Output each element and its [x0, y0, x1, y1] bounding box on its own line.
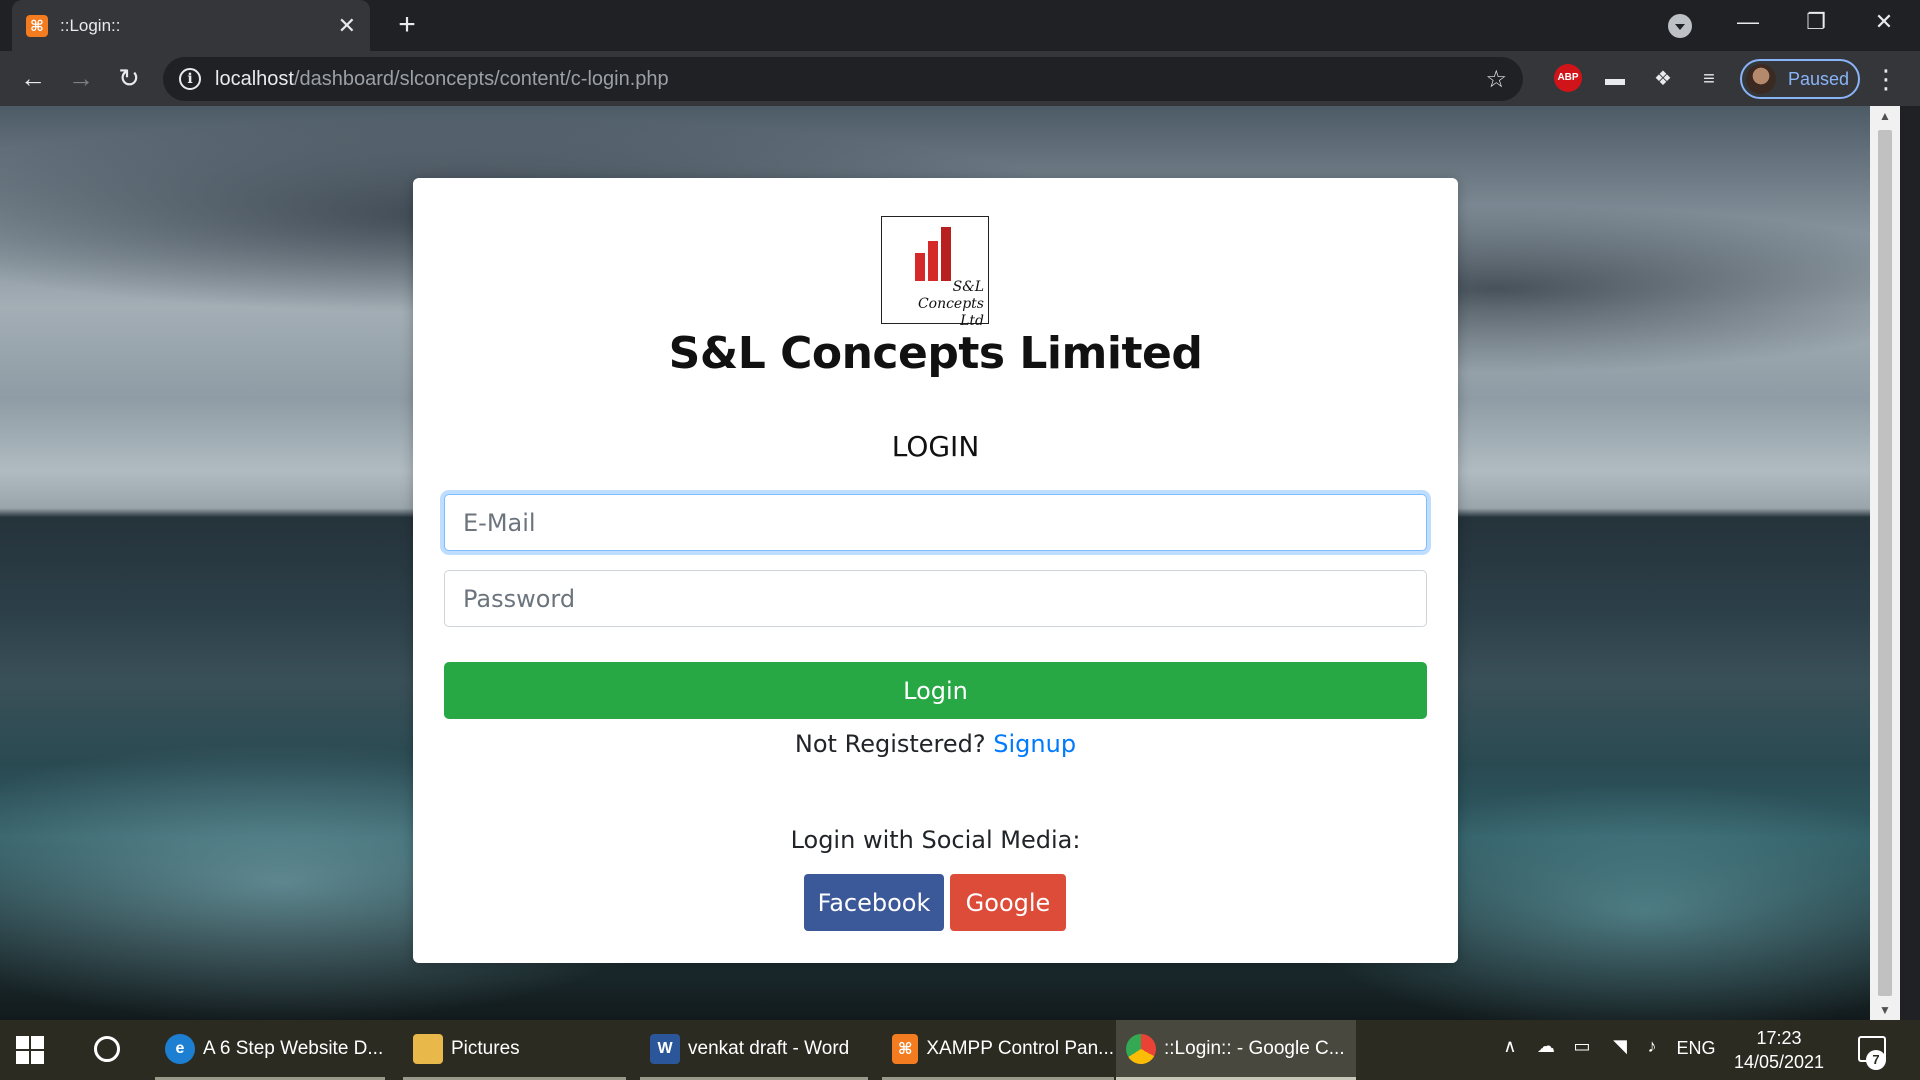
notification-count-badge: 7: [1866, 1050, 1886, 1070]
social-login-label: Login with Social Media:: [790, 826, 1081, 854]
sync-paused-label: Paused: [1788, 68, 1850, 89]
site-info-icon[interactable]: i: [179, 68, 201, 90]
system-clock[interactable]: 17:23 14/05/2021: [1724, 1026, 1834, 1074]
taskbar-app-chrome[interactable]: ::Login:: - Google C...: [1116, 1020, 1356, 1080]
taskbar-app-label: ::Login:: - Google C...: [1164, 1037, 1345, 1059]
cast-extension-icon[interactable]: ▬: [1600, 64, 1630, 94]
logo-text: S&L Concepts Ltd: [888, 279, 984, 330]
xampp-icon: ⌘: [892, 1033, 919, 1064]
back-button[interactable]: ←: [12, 57, 54, 99]
show-hidden-icons-icon[interactable]: ∧: [1498, 1036, 1522, 1057]
login-card: S&L Concepts Ltd S&L Concepts Limited LO…: [413, 178, 1458, 963]
logo-text-line1: S&L Concepts: [917, 279, 984, 312]
signup-link[interactable]: Signup: [993, 730, 1076, 758]
reload-button[interactable]: ↻: [108, 57, 150, 99]
scroll-thumb[interactable]: [1878, 130, 1892, 996]
page-title: S&L Concepts Limited: [668, 328, 1203, 379]
cortana-search-icon[interactable]: [94, 1036, 120, 1062]
tab-title: ::Login::: [60, 15, 121, 35]
taskbar-app-label: XAMPP Control Pan...: [926, 1037, 1114, 1059]
page-scrollbar[interactable]: ▲ ▼: [1870, 106, 1900, 1020]
extensions-puzzle-icon[interactable]: ❖: [1648, 64, 1678, 94]
edge-icon: e: [165, 1033, 195, 1064]
browser-menu-icon[interactable]: ⋮: [1872, 64, 1900, 94]
company-logo: S&L Concepts Ltd: [881, 216, 989, 329]
scroll-down-icon[interactable]: ▼: [1870, 1000, 1900, 1020]
close-window-button[interactable]: ✕: [1850, 0, 1918, 44]
close-tab-icon[interactable]: ✕: [338, 13, 356, 39]
windows-start-icon[interactable]: [16, 1036, 44, 1064]
onedrive-error-icon[interactable]: ☁: [1532, 1036, 1560, 1057]
page-viewport: S&L Concepts Ltd S&L Concepts Limited LO…: [0, 106, 1870, 1020]
chrome-icon: [1126, 1033, 1156, 1064]
browser-tab-active[interactable]: ⌘ ::Login:: ✕: [12, 0, 370, 51]
browser-toolbar: ← → ↻ i localhost/dashboard/slconcepts/c…: [0, 51, 1920, 106]
word-icon: W: [650, 1033, 680, 1064]
adblock-plus-icon[interactable]: ABP: [1554, 64, 1582, 92]
xampp-icon: ⌘: [26, 14, 48, 37]
address-bar[interactable]: i localhost/dashboard/slconcepts/content…: [163, 57, 1523, 101]
windows-taskbar: e A 6 Step Website D... Pictures W venka…: [0, 1020, 1920, 1080]
tab-search-icon[interactable]: [1668, 14, 1692, 38]
restore-button[interactable]: ❐: [1782, 0, 1850, 44]
minimize-button[interactable]: —: [1714, 0, 1782, 44]
email-field[interactable]: [444, 494, 1427, 551]
login-button[interactable]: Login: [444, 662, 1427, 719]
login-heading: LOGIN: [891, 430, 980, 463]
folder-icon: [413, 1033, 443, 1064]
taskbar-app-edge[interactable]: e A 6 Step Website D...: [155, 1020, 385, 1080]
browser-tab-strip: ⌘ ::Login:: ✕ + — ❐ ✕: [0, 0, 1920, 51]
forward-button[interactable]: →: [60, 57, 102, 99]
register-prompt: Not Registered? Signup: [413, 730, 1458, 758]
not-registered-text: Not Registered?: [794, 730, 986, 758]
logo-bars-icon: [915, 227, 959, 281]
language-indicator[interactable]: ENG: [1674, 1038, 1718, 1059]
taskbar-app-label: A 6 Step Website D...: [203, 1037, 384, 1059]
facebook-login-button[interactable]: Facebook: [804, 874, 944, 931]
bookmark-star-icon[interactable]: ☆: [1485, 65, 1507, 94]
wifi-icon[interactable]: ◥: [1606, 1036, 1634, 1057]
volume-icon[interactable]: ♪: [1638, 1036, 1666, 1057]
avatar: [1746, 64, 1776, 94]
taskbar-app-xampp[interactable]: ⌘ XAMPP Control Pan...: [882, 1020, 1114, 1080]
taskbar-app-label: Pictures: [451, 1037, 520, 1059]
media-queue-icon[interactable]: ≡: [1694, 64, 1724, 94]
scroll-up-icon[interactable]: ▲: [1870, 106, 1900, 126]
taskbar-app-word[interactable]: W venkat draft - Word: [640, 1020, 868, 1080]
new-tab-button[interactable]: +: [390, 8, 424, 42]
taskbar-app-pictures[interactable]: Pictures: [403, 1020, 626, 1080]
url-text[interactable]: localhost/dashboard/slconcepts/content/c…: [215, 68, 1485, 91]
taskbar-app-label: venkat draft - Word: [688, 1037, 850, 1059]
clock-time: 17:23: [1756, 1028, 1802, 1048]
url-host: localhost: [215, 67, 294, 90]
clock-date: 14/05/2021: [1733, 1052, 1825, 1072]
url-path: /dashboard/slconcepts/content/c-login.ph…: [293, 67, 669, 90]
password-field[interactable]: [444, 570, 1427, 627]
google-login-button[interactable]: Google: [950, 874, 1066, 931]
battery-icon[interactable]: ▭: [1568, 1036, 1596, 1057]
profile-button[interactable]: Paused: [1740, 59, 1860, 99]
